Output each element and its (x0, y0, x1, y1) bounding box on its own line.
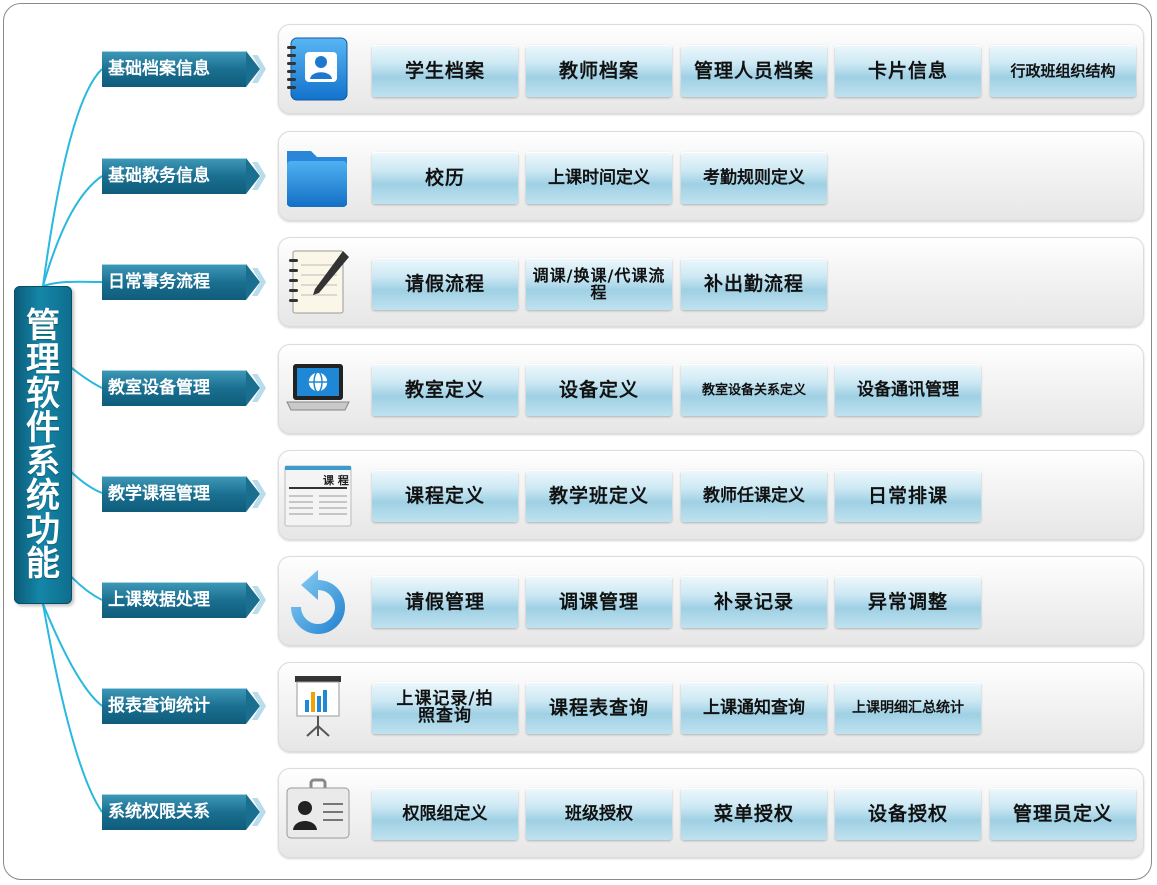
category-label: 基础档案信息 (102, 51, 246, 87)
category-label: 教室设备管理 (102, 370, 246, 406)
button-class-notice-query[interactable]: 上课通知查询 (681, 682, 827, 734)
schedule-document-icon: 课 程 (283, 460, 353, 530)
button-admin-definition[interactable]: 管理员定义 (990, 788, 1136, 840)
button-equipment-communication[interactable]: 设备通讯管理 (835, 364, 981, 416)
root-label: 管理软件系统功能 (26, 306, 60, 584)
laptop-globe-icon (283, 354, 353, 424)
category-report-statistics[interactable]: 报表查询统计 (102, 688, 266, 724)
button-teaching-class-definition[interactable]: 教学班定义 (526, 470, 672, 522)
button-make-up-attendance-workflow[interactable]: 补出勤流程 (681, 258, 827, 310)
button-leave-workflow[interactable]: 请假流程 (372, 258, 518, 310)
category-label: 报表查询统计 (102, 688, 246, 724)
button-teacher-archive[interactable]: 教师档案 (526, 45, 672, 97)
category-classroom-equipment[interactable]: 教室设备管理 (102, 370, 266, 406)
category-basic-archives[interactable]: 基础档案信息 (102, 51, 266, 87)
contacts-book-icon (283, 34, 353, 104)
category-basic-academic[interactable]: 基础教务信息 (102, 158, 266, 194)
category-label: 教学课程管理 (102, 476, 246, 512)
category-teaching-course[interactable]: 教学课程管理 (102, 476, 266, 512)
button-daily-scheduling[interactable]: 日常排课 (835, 470, 981, 522)
button-course-definition[interactable]: 课程定义 (372, 470, 518, 522)
id-badge-icon (283, 778, 353, 848)
folder-icon (283, 141, 353, 211)
button-attendance-rule-definition[interactable]: 考勤规则定义 (681, 152, 827, 204)
button-staff-archive[interactable]: 管理人员档案 (681, 45, 827, 97)
category-daily-workflow[interactable]: 日常事务流程 (102, 264, 266, 300)
category-label: 系统权限关系 (102, 794, 246, 830)
button-exception-adjustment[interactable]: 异常调整 (835, 576, 981, 628)
refresh-arrow-icon (283, 566, 353, 636)
button-class-record-photo-query[interactable]: 上课记录/拍照查询 (372, 682, 518, 734)
button-menu-authorization[interactable]: 菜单授权 (681, 788, 827, 840)
button-class-time-definition[interactable]: 上课时间定义 (526, 152, 672, 204)
root-node: 管理软件系统功能 (14, 286, 72, 604)
button-class-change-workflow[interactable]: 调课/换课/代课流程 (526, 258, 672, 310)
button-class-change-management[interactable]: 调课管理 (526, 576, 672, 628)
category-label: 日常事务流程 (102, 264, 246, 300)
button-leave-management[interactable]: 请假管理 (372, 576, 518, 628)
button-timetable-query[interactable]: 课程表查询 (526, 682, 672, 734)
button-equipment-definition[interactable]: 设备定义 (526, 364, 672, 416)
button-class-detail-summary[interactable]: 上课明细汇总统计 (835, 682, 981, 734)
category-label: 上课数据处理 (102, 582, 246, 618)
category-label: 基础教务信息 (102, 158, 246, 194)
button-classroom-definition[interactable]: 教室定义 (372, 364, 518, 416)
button-card-info[interactable]: 卡片信息 (835, 45, 981, 97)
bar-chart-board-icon (283, 672, 353, 742)
button-equipment-authorization[interactable]: 设备授权 (835, 788, 981, 840)
button-class-structure[interactable]: 行政班组织结构 (990, 45, 1136, 97)
category-class-data-processing[interactable]: 上课数据处理 (102, 582, 266, 618)
category-system-permissions[interactable]: 系统权限关系 (102, 794, 266, 830)
button-teacher-assignment[interactable]: 教师任课定义 (681, 470, 827, 522)
notepad-pen-icon (283, 247, 353, 317)
button-class-authorization[interactable]: 班级授权 (526, 788, 672, 840)
button-supplementary-records[interactable]: 补录记录 (681, 576, 827, 628)
button-classroom-equipment-relation[interactable]: 教室设备关系定义 (681, 364, 827, 416)
icon-caption: 课 程 (323, 473, 349, 487)
button-school-calendar[interactable]: 校历 (372, 152, 518, 204)
button-permission-group-definition[interactable]: 权限组定义 (372, 788, 518, 840)
button-student-archive[interactable]: 学生档案 (372, 45, 518, 97)
